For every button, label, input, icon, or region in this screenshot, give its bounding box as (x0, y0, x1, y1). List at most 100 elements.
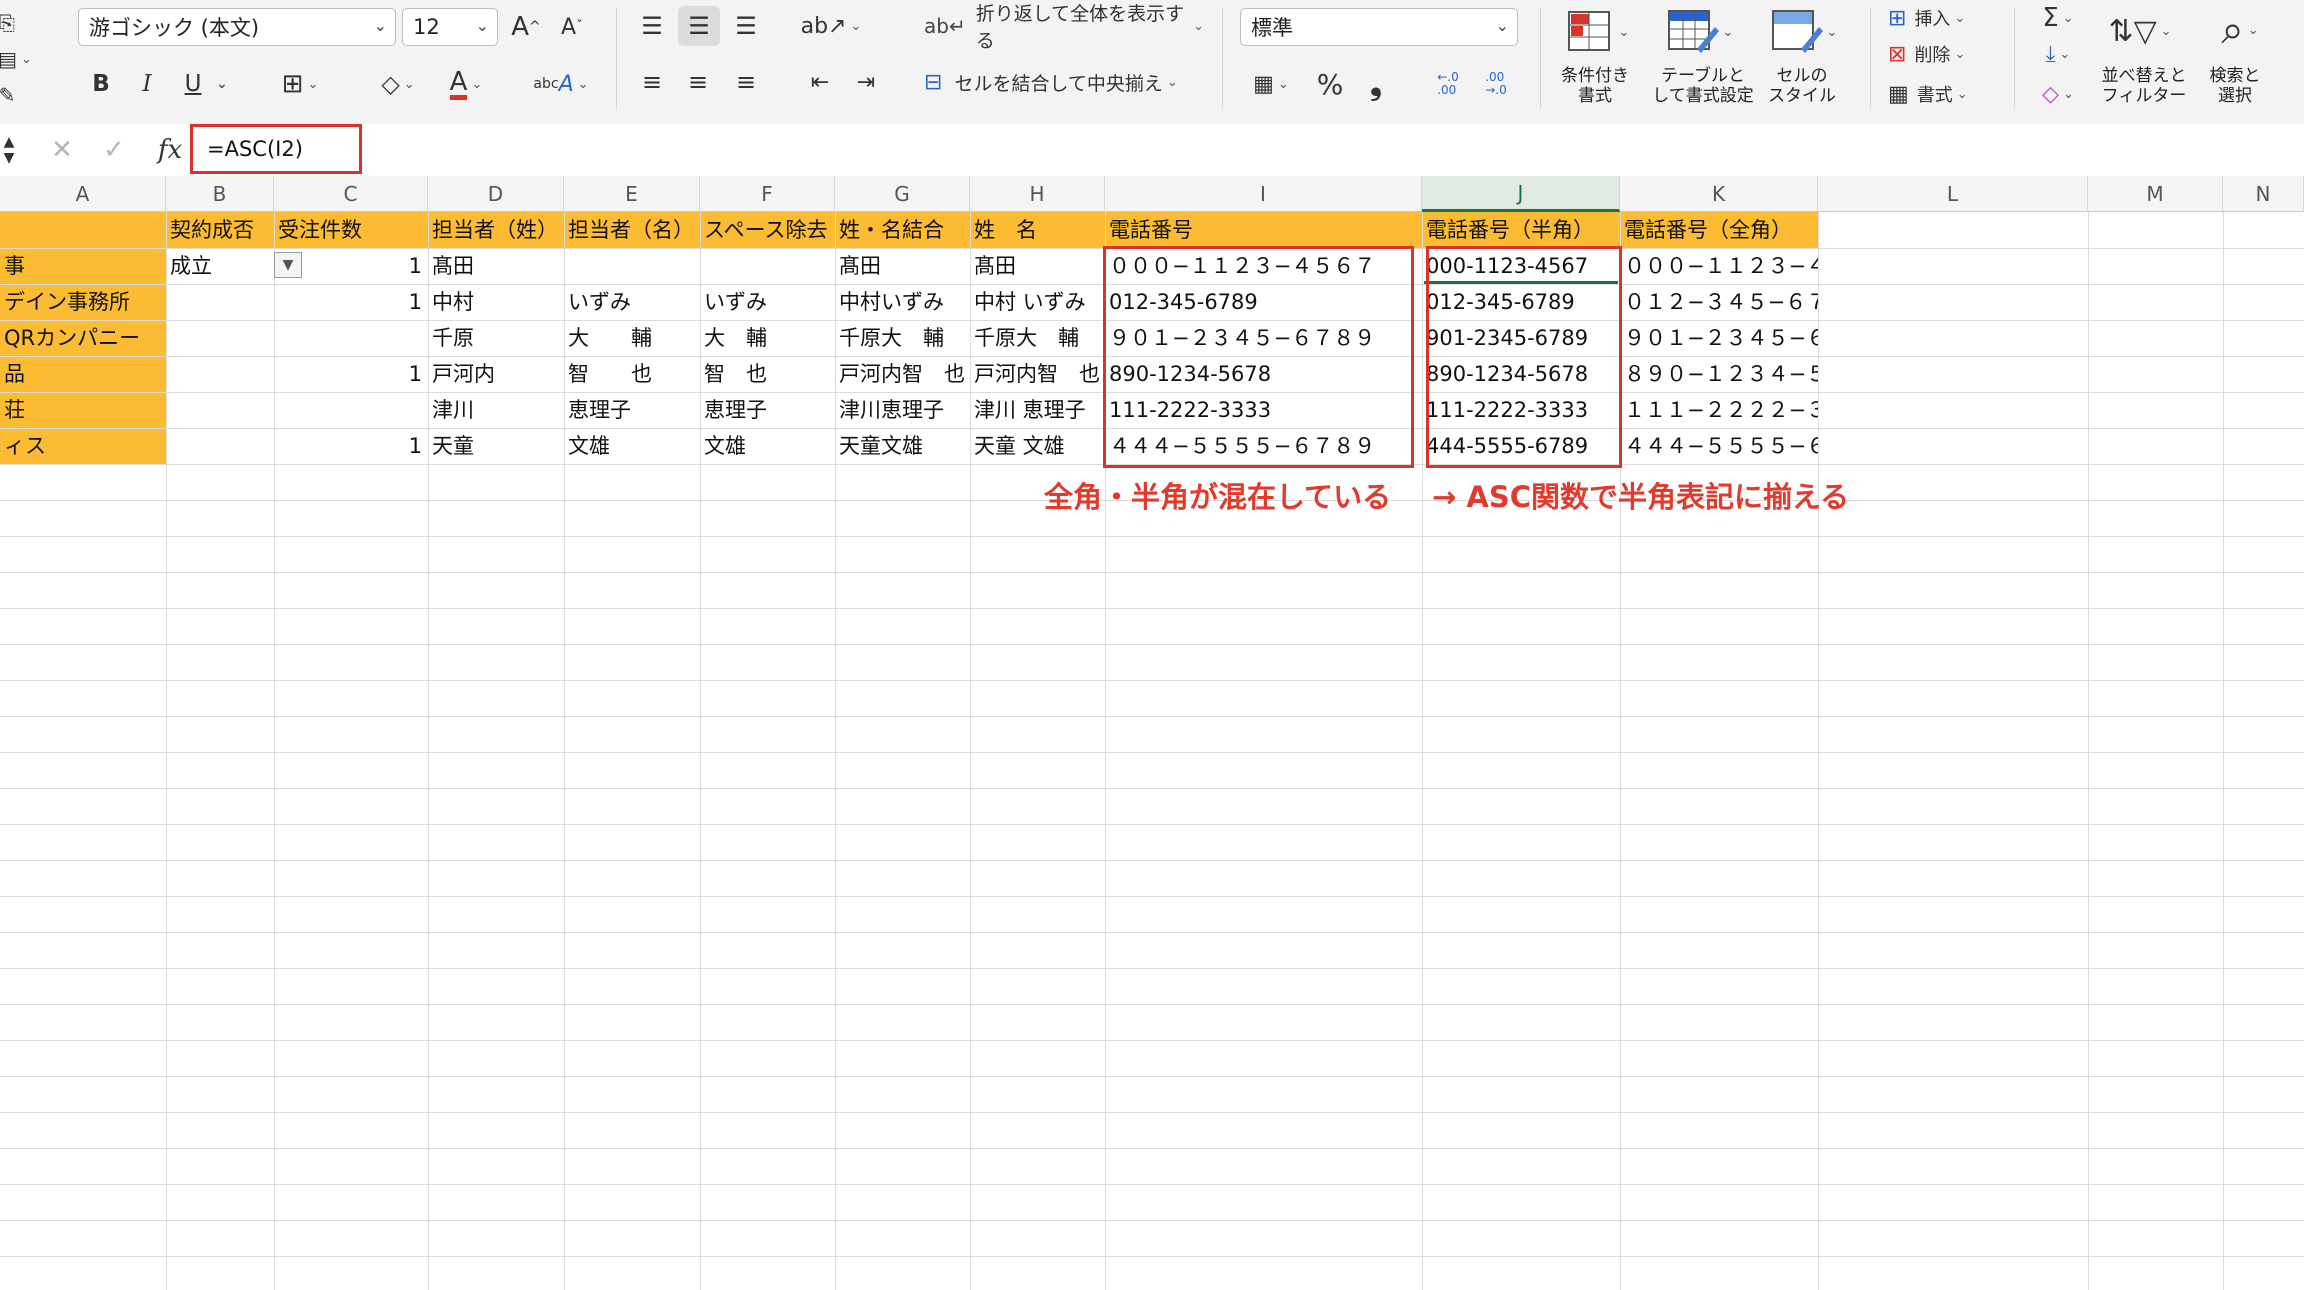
header-cell-k[interactable]: 電話番号（全角） (1620, 212, 1818, 248)
confirm-edit-button[interactable]: ✓ (96, 130, 132, 170)
number-format-select[interactable]: 標準 ⌄ (1240, 8, 1518, 46)
table-cell-h7[interactable]: 天童 文雄 (970, 428, 1105, 464)
table-cell-g3[interactable]: 中村いずみ (835, 284, 970, 320)
header-cell-f[interactable]: スペース除去 (700, 212, 835, 248)
merge-center-button[interactable]: ⊟ セルを結合して中央揃え ⌄ (924, 64, 1204, 100)
header-cell-d[interactable]: 担当者（姓） (428, 212, 564, 248)
table-cell-g7[interactable]: 天童文雄 (835, 428, 970, 464)
cell-dropdown-button[interactable]: ▼ (274, 252, 302, 278)
column-header-k[interactable]: K (1620, 176, 1818, 212)
column-header-n[interactable]: N (2223, 176, 2304, 212)
table-cell-a6[interactable]: 荘 (0, 392, 166, 428)
column-header-e[interactable]: E (564, 176, 700, 212)
column-header-c[interactable]: C (274, 176, 428, 212)
table-cell-g4[interactable]: 千原大 輔 (835, 320, 970, 356)
table-cell-d7[interactable]: 天童 (428, 428, 564, 464)
column-header-g[interactable]: G (835, 176, 970, 212)
column-header-f[interactable]: F (700, 176, 835, 212)
clipboard-icon[interactable]: ⎘ (0, 8, 15, 38)
table-cell-k7[interactable]: ４４４−５５５５−６７８９ (1620, 428, 1818, 464)
align-middle-button[interactable]: ☰ (678, 6, 720, 46)
table-cell-b2[interactable]: 成立 (166, 248, 274, 284)
table-cell-d2[interactable]: 髙田 (428, 248, 564, 284)
fill-color-button[interactable]: ◇ ⌄ (370, 66, 426, 102)
table-cell-h6[interactable]: 津川 恵理子 (970, 392, 1105, 428)
comma-style-button[interactable]: ❟ (1358, 66, 1394, 102)
align-left-button[interactable]: ≡ (632, 64, 672, 100)
table-cell-e5[interactable]: 智 也 (564, 356, 700, 392)
align-bottom-button[interactable]: ☰ (726, 8, 766, 44)
header-cell-h[interactable]: 姓 名 (970, 212, 1105, 248)
increase-indent-button[interactable]: ⇥ (846, 64, 886, 100)
table-cell-d5[interactable]: 戸河内 (428, 356, 564, 392)
formula-input[interactable]: =ASC(I2) (190, 124, 362, 174)
table-cell-d3[interactable]: 中村 (428, 284, 564, 320)
orientation-button[interactable]: ab↗ ⌄ (800, 8, 862, 44)
table-cell-g6[interactable]: 津川恵理子 (835, 392, 970, 428)
table-cell-f3[interactable]: いずみ (700, 284, 835, 320)
decrease-indent-button[interactable]: ⇤ (800, 64, 840, 100)
italic-button[interactable]: I (132, 66, 162, 102)
column-header-d[interactable]: D (428, 176, 564, 212)
table-cell-f5[interactable]: 智 也 (700, 356, 835, 392)
bold-button[interactable]: B (86, 66, 116, 102)
paste-icon[interactable]: ▤ ⌄ (0, 44, 32, 74)
percent-style-button[interactable]: % (1312, 66, 1348, 102)
align-center-button[interactable]: ≡ (678, 64, 718, 100)
phonetic-guide-button[interactable]: abc A ⌄ (530, 62, 592, 106)
table-cell-k3[interactable]: ０１２−３４５−６７８９ (1620, 284, 1818, 320)
table-cell-f7[interactable]: 文雄 (700, 428, 835, 464)
conditional-formatting-button[interactable]: ⌄ (1560, 6, 1636, 58)
cancel-edit-button[interactable]: ✕ (44, 130, 80, 170)
format-as-table-button[interactable]: ⌄ (1660, 6, 1740, 58)
header-cell-e[interactable]: 担当者（名） (564, 212, 700, 248)
column-header-b[interactable]: B (166, 176, 274, 212)
sort-filter-button[interactable]: ⇅▽ ⌄ (2100, 4, 2180, 58)
borders-button[interactable]: ⊞ ⌄ (272, 66, 328, 102)
font-name-select[interactable]: 游ゴシック (本文) ⌄ (78, 8, 396, 46)
column-header-l[interactable]: L (1818, 176, 2088, 212)
underline-button[interactable]: U (178, 66, 208, 102)
table-cell-e6[interactable]: 恵理子 (564, 392, 700, 428)
header-cell-b[interactable]: 契約成否 (166, 212, 274, 248)
table-cell-a3[interactable]: デイン事務所 (0, 284, 166, 320)
find-select-button[interactable]: ⌕ ⌄ (2200, 2, 2280, 58)
shrink-font-button[interactable]: Aˇ (552, 8, 592, 46)
table-cell-f4[interactable]: 大 輔 (700, 320, 835, 356)
column-header-i[interactable]: I (1105, 176, 1422, 212)
table-cell-a2[interactable]: 事 (0, 248, 166, 284)
table-cell-e7[interactable]: 文雄 (564, 428, 700, 464)
table-cell-a7[interactable]: ィス (0, 428, 166, 464)
table-cell-h3[interactable]: 中村 いずみ (970, 284, 1105, 320)
font-size-select[interactable]: 12 ⌄ (402, 8, 498, 46)
table-cell-c7[interactable]: 1 (274, 428, 428, 464)
autosum-button[interactable]: Σ ⌄ (2030, 2, 2086, 34)
decrease-decimal-button[interactable]: .00 →.0 (1478, 64, 1514, 104)
fill-button[interactable]: ⤓ ⌄ (2030, 38, 2086, 70)
table-cell-k6[interactable]: １１１−２２２２−３３３３ (1620, 392, 1818, 428)
table-cell-a4[interactable]: QRカンパニー (0, 320, 166, 356)
delete-cells-button[interactable]: ⊠ 削除 ⌄ (1888, 38, 1998, 70)
table-cell-h5[interactable]: 戸河内智 也 (970, 356, 1105, 392)
header-cell-i[interactable]: 電話番号 (1105, 212, 1422, 248)
column-header-a[interactable]: A (0, 176, 166, 212)
font-color-button[interactable]: A ⌄ (436, 64, 496, 104)
align-right-button[interactable]: ≡ (726, 64, 766, 100)
table-cell-c5[interactable]: 1 (274, 356, 428, 392)
table-cell-f6[interactable]: 恵理子 (700, 392, 835, 428)
header-cell-g[interactable]: 姓・名結合 (835, 212, 970, 248)
table-cell-g2[interactable]: 髙田 (835, 248, 970, 284)
table-cell-k2[interactable]: ０００−１１２３−４５６７ (1620, 248, 1818, 284)
cell-styles-button[interactable]: ⌄ (1764, 6, 1844, 58)
table-cell-e3[interactable]: いずみ (564, 284, 700, 320)
accounting-format-button[interactable]: ▦ ⌄ (1240, 66, 1302, 102)
table-cell-d6[interactable]: 津川 (428, 392, 564, 428)
table-cell-c3[interactable]: 1 (274, 284, 428, 320)
grow-font-button[interactable]: A ^ (506, 8, 546, 46)
table-cell-a5[interactable]: 品 (0, 356, 166, 392)
align-top-button[interactable]: ☰ (632, 8, 672, 44)
table-cell-k5[interactable]: ８９０−１２３４−５６７８ (1620, 356, 1818, 392)
format-cells-button[interactable]: ▦ 書式 ⌄ (1888, 78, 1998, 110)
header-cell-c[interactable]: 受注件数 (274, 212, 428, 248)
table-cell-g5[interactable]: 戸河内智 也 (835, 356, 970, 392)
